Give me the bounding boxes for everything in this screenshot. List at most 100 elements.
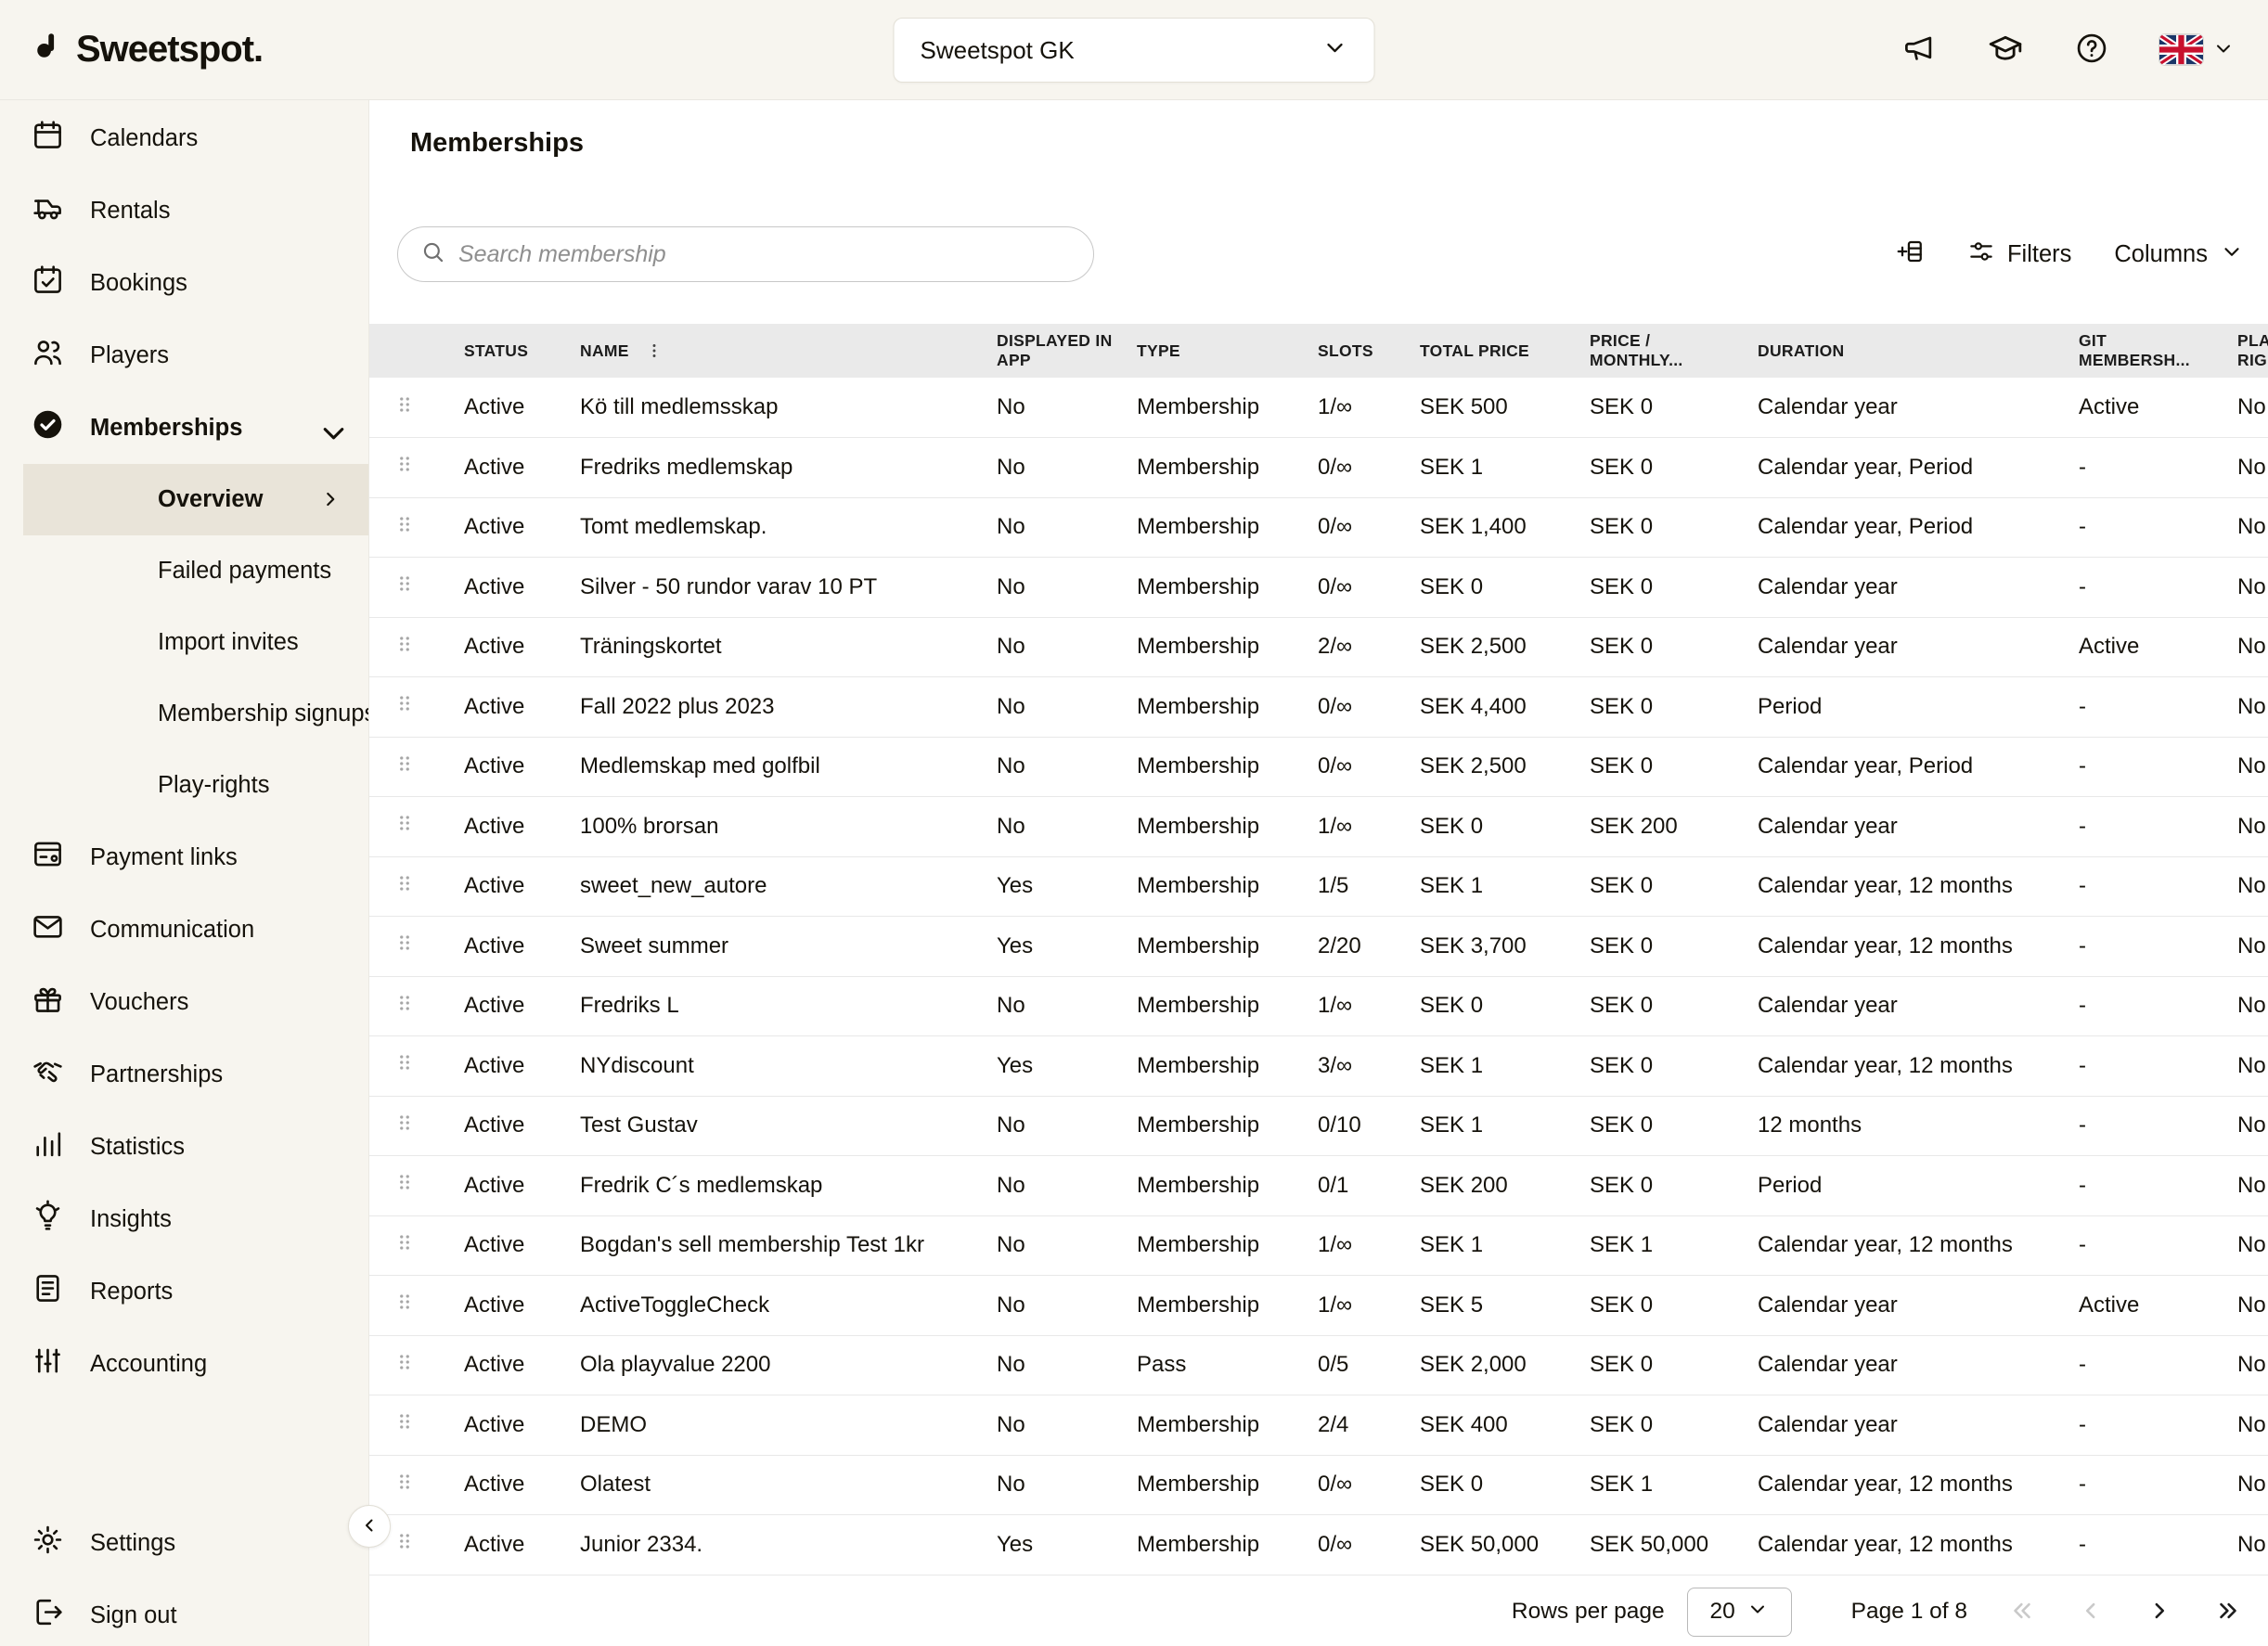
drag-handle-icon[interactable] [393,572,417,596]
cell: SEK 50,000 [1571,1515,1743,1575]
table-row[interactable]: ActiveOlatestNoMembership0/∞SEK 0SEK 1Ca… [369,1455,2268,1515]
table-row[interactable]: Active100% brorsanNoMembership1/∞SEK 0SE… [369,797,2268,857]
cell: No [982,677,1121,738]
cell: Membership [1121,1096,1302,1156]
sidebar-item-vouchers[interactable]: Vouchers [0,966,368,1038]
sidebar-item-communication[interactable]: Communication [0,894,368,966]
drag-handle-icon[interactable] [393,1350,417,1374]
announcements-button[interactable] [1901,31,1937,69]
sidebar-item-label: Reports [90,1279,173,1305]
prev-page-button[interactable] [2077,1597,2105,1627]
drag-handle-icon[interactable] [393,512,417,536]
table-row[interactable]: ActiveSilver - 50 rundor varav 10 PTNoMe… [369,558,2268,618]
rows-per-page-value: 20 [1710,1599,1735,1625]
table-row[interactable]: ActiveMedlemskap med golfbilNoMembership… [369,737,2268,797]
cell: 1/∞ [1302,797,1404,857]
sidebar-item-bookings[interactable]: Bookings [0,247,368,319]
drag-handle-icon[interactable] [393,1230,417,1254]
drag-handle-icon[interactable] [393,811,417,835]
cell: Active [445,737,569,797]
sidebar-subitem-label: Membership signups [158,701,369,727]
sidebar-item-rentals[interactable]: Rentals [0,174,368,247]
sidebar-item-statistics[interactable]: Statistics [0,1111,368,1183]
sidebar-item-calendars[interactable]: Calendars [0,102,368,174]
sidebar-item-accounting[interactable]: Accounting [0,1328,368,1400]
sidebar-item-payment-links[interactable]: Payment links [0,821,368,894]
table-row[interactable]: Activesweet_new_autoreYesMembership1/5SE… [369,856,2268,917]
drag-handle-icon[interactable] [393,1470,417,1494]
col-header-play-right: PLAY-RIGHT [2221,324,2268,378]
academy-button[interactable] [1987,30,2024,70]
sidebar-subitem-import-invites[interactable]: Import invites [23,607,368,678]
table-row[interactable]: ActiveJunior 2334.YesMembership0/∞SEK 50… [369,1515,2268,1575]
table-row[interactable]: ActiveFredriks LNoMembership1/∞SEK 0SEK … [369,976,2268,1036]
drag-handle-icon[interactable] [393,752,417,776]
sidebar-subitem-play-rights[interactable]: Play-rights [23,750,368,821]
drag-handle-icon[interactable] [393,1170,417,1194]
table-row[interactable]: ActiveFredriks medlemskapNoMembership0/∞… [369,438,2268,498]
help-button[interactable] [2074,31,2109,69]
rows-per-page-select[interactable]: 20 [1687,1588,1792,1637]
cell: SEK 0 [1571,917,1743,977]
table-row[interactable]: ActiveOla playvalue 2200NoPass0/5SEK 2,0… [369,1335,2268,1395]
sidebar-item-label: Vouchers [90,989,188,1016]
table-row[interactable]: ActiveBogdan's sell membership Test 1krN… [369,1215,2268,1276]
sidebar-subitem-membership-signups[interactable]: Membership signups [23,678,368,750]
column-menu-icon[interactable] [644,341,664,361]
drag-handle-icon[interactable] [393,1111,417,1135]
club-selector[interactable]: Sweetspot GK [894,18,1375,83]
drag-handle-icon[interactable] [393,931,417,955]
drag-handle-icon[interactable] [393,691,417,715]
table-row[interactable]: ActiveDEMONoMembership2/4SEK 400SEK 0Cal… [369,1395,2268,1456]
table-row[interactable]: ActiveTomt medlemskap.NoMembership0/∞SEK… [369,497,2268,558]
columns-button[interactable]: Columns [2114,239,2244,270]
memberships-table: STATUSNAMEDISPLAYED IN APPTYPESLOTSTOTAL… [369,324,2268,1575]
drag-handle-icon[interactable] [393,871,417,895]
search-input[interactable] [458,241,1071,268]
sidebar-item-reports[interactable]: Reports [0,1255,368,1328]
next-page-button[interactable] [2146,1597,2173,1627]
drag-handle-icon[interactable] [393,1529,417,1553]
table-row[interactable]: ActiveTräningskortetNoMembership2/∞SEK 2… [369,617,2268,677]
cell: Yes [982,1515,1121,1575]
drag-handle-icon[interactable] [393,392,417,417]
sidebar-subitem-overview[interactable]: Overview [23,464,368,535]
table-row[interactable]: ActiveTest GustavNoMembership0/10SEK 1SE… [369,1096,2268,1156]
drag-handle-icon[interactable] [393,991,417,1015]
language-button[interactable] [2159,34,2235,65]
drag-handle-icon[interactable] [393,632,417,656]
drag-handle-icon[interactable] [393,1050,417,1074]
sidebar-item-sign-out[interactable]: Sign out [0,1579,368,1646]
rows-per-page-label: Rows per page [1512,1599,1665,1625]
table-row[interactable]: ActiveNYdiscountYesMembership3/∞SEK 1SEK… [369,1036,2268,1097]
first-page-button[interactable] [2008,1597,2036,1627]
cell: - [2063,438,2221,498]
sidebar-item-insights[interactable]: Insights [0,1183,368,1255]
cell: - [2063,558,2221,618]
cell: No [982,1395,1121,1456]
sidebar-item-partnerships[interactable]: Partnerships [0,1038,368,1111]
add-to-table-button[interactable] [1895,237,1925,273]
last-page-button[interactable] [2214,1597,2242,1627]
sidebar-collapse-button[interactable] [348,1505,391,1548]
chevrons-right-icon [2214,1597,2242,1627]
sidebar-item-settings[interactable]: Settings [0,1507,368,1579]
sidebar-item-label: Calendars [90,125,198,152]
sidebar-item-players[interactable]: Players [0,319,368,392]
cell: 0/∞ [1302,737,1404,797]
cell: SEK 0 [1571,1395,1743,1456]
table-row[interactable]: ActiveActiveToggleCheckNoMembership1/∞SE… [369,1276,2268,1336]
table-row[interactable]: ActiveFall 2022 plus 2023NoMembership0/∞… [369,677,2268,738]
table-row[interactable]: ActiveFredrik C´s medlemskapNoMembership… [369,1156,2268,1216]
filters-button[interactable]: Filters [1967,238,2071,272]
sidebar-subitem-failed-payments[interactable]: Failed payments [23,535,368,607]
table-row[interactable]: ActiveKö till medlemsskapNoMembership1/∞… [369,378,2268,438]
drag-handle-icon[interactable] [393,452,417,476]
cell: Active [445,1156,569,1216]
sidebar-item-memberships[interactable]: Memberships [0,392,368,464]
table-header-row: STATUSNAMEDISPLAYED IN APPTYPESLOTSTOTAL… [369,324,2268,378]
sidebar-item-label: Sign out [90,1602,177,1629]
drag-handle-icon[interactable] [393,1409,417,1434]
drag-handle-icon[interactable] [393,1290,417,1314]
table-row[interactable]: ActiveSweet summerYesMembership2/20SEK 3… [369,917,2268,977]
